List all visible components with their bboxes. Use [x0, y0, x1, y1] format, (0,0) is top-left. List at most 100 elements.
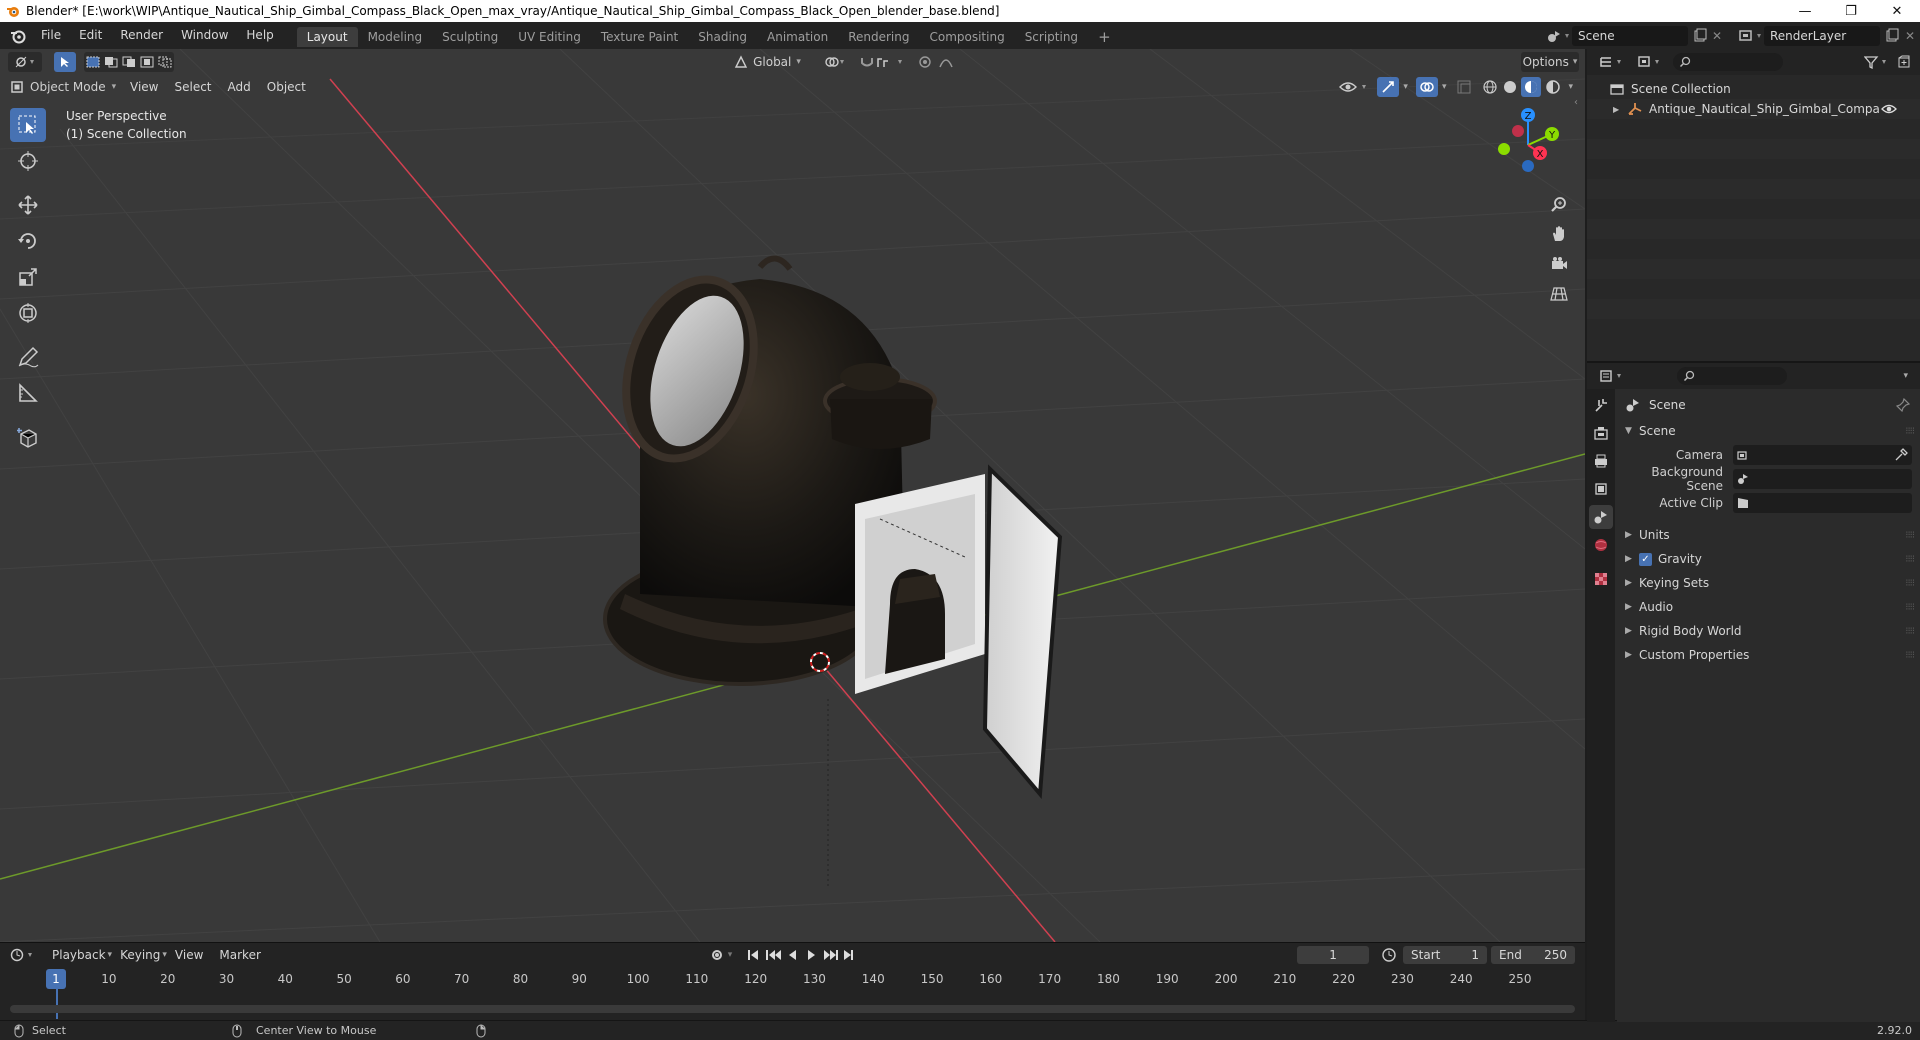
chevron-down-icon[interactable]: ▾	[1442, 82, 1447, 92]
chevron-down-icon[interactable]: ▾	[1403, 82, 1408, 92]
material-preview-shading-button[interactable]	[1521, 76, 1542, 97]
timeline-editor-type-icon[interactable]	[10, 948, 36, 962]
menu-window[interactable]: Window	[172, 22, 237, 49]
scale-tool[interactable]	[10, 260, 46, 294]
cursor-tool[interactable]	[10, 144, 46, 178]
workspace-tab-uv-editing[interactable]: UV Editing	[508, 27, 591, 47]
solid-shading-icon[interactable]	[1501, 79, 1519, 95]
overlays-toggle-button[interactable]	[1415, 76, 1438, 97]
restore-button[interactable]: ❐	[1828, 0, 1874, 22]
close-button[interactable]: ✕	[1874, 0, 1920, 22]
sidebar-toggle-arrow-icon[interactable]: ‹	[1574, 97, 1578, 108]
workspace-tab-texture-paint[interactable]: Texture Paint	[591, 27, 688, 47]
move-tool[interactable]	[10, 188, 46, 222]
tab-world[interactable]	[1589, 533, 1613, 557]
eyedropper-icon[interactable]	[1894, 448, 1908, 462]
select-box-tool[interactable]	[10, 108, 46, 142]
drag-grip-icon[interactable]: ⁝⁝⁝⁝	[1905, 578, 1915, 589]
viewport-menu-select[interactable]: Select	[166, 80, 219, 94]
camera-view-button[interactable]	[1545, 250, 1573, 278]
workspace-tab-shading[interactable]: Shading	[688, 27, 757, 47]
annotate-tool[interactable]	[10, 340, 46, 374]
keying-sets-panel-header[interactable]: ▶ Keying Sets ⁝⁝⁝⁝	[1617, 571, 1920, 595]
new-collection-icon[interactable]	[1896, 54, 1912, 70]
drag-grip-icon[interactable]: ⁝⁝⁝⁝	[1905, 626, 1915, 637]
new-scene-icon[interactable]	[1692, 28, 1708, 44]
compass-object[interactable]	[603, 255, 1063, 889]
scene-selector[interactable]: Scene	[1572, 25, 1688, 46]
outliner-scene-collection[interactable]: Scene Collection	[1587, 79, 1920, 99]
tab-output[interactable]	[1589, 449, 1613, 473]
3d-viewport[interactable]: Global ▾ Options ▾ Object Mode ▾ View Se…	[0, 49, 1585, 942]
editor-type-button[interactable]	[8, 51, 42, 72]
delete-render-layer-icon[interactable]: ✕	[1900, 29, 1920, 43]
timeline-menu-keying[interactable]: Keying	[112, 948, 168, 962]
playback-controls[interactable]	[746, 948, 856, 962]
render-layer-icon[interactable]	[1738, 28, 1764, 44]
workspace-tab-rendering[interactable]: Rendering	[838, 27, 919, 47]
timeline-menu-view[interactable]: View	[167, 948, 211, 962]
wireframe-shading-icon[interactable]	[1482, 79, 1498, 95]
display-mode-icon[interactable]	[1637, 55, 1665, 69]
drag-grip-icon[interactable]: ⁝⁝⁝⁝	[1905, 602, 1915, 613]
properties-editor-type-icon[interactable]	[1599, 369, 1627, 383]
minimize-button[interactable]: —	[1782, 0, 1828, 22]
rigid-body-world-panel-header[interactable]: ▶ Rigid Body World ⁝⁝⁝⁝	[1617, 619, 1920, 643]
add-workspace-button[interactable]: +	[1088, 27, 1121, 47]
viewport-menu-add[interactable]: Add	[220, 80, 259, 94]
zoom-button[interactable]	[1545, 190, 1573, 218]
expand-arrow-icon[interactable]: ▶	[1613, 105, 1627, 114]
measure-tool[interactable]	[10, 376, 46, 410]
audio-panel-header[interactable]: ▶ Audio ⁝⁝⁝⁝	[1617, 595, 1920, 619]
drag-grip-icon[interactable]: ⁝⁝⁝⁝	[1905, 650, 1915, 661]
tab-scene[interactable]	[1589, 505, 1613, 529]
outliner-editor-type-icon[interactable]	[1599, 55, 1627, 69]
new-render-layer-icon[interactable]	[1884, 28, 1900, 44]
tab-render[interactable]	[1589, 421, 1613, 445]
workspace-tab-scripting[interactable]: Scripting	[1015, 27, 1088, 47]
pin-icon[interactable]	[1896, 398, 1910, 412]
add-cube-tool[interactable]	[10, 420, 46, 454]
end-frame-field[interactable]: End 250	[1491, 946, 1576, 964]
active-clip-field[interactable]	[1733, 493, 1912, 513]
transform-orientation-dropdown[interactable]: Global ▾	[728, 52, 808, 72]
selection-mode-group[interactable]	[84, 51, 174, 72]
gravity-checkbox[interactable]: ✓	[1639, 552, 1652, 566]
tab-texture[interactable]	[1589, 567, 1613, 591]
chevron-down-icon[interactable]: ▾	[728, 950, 733, 960]
viewport-menu-view[interactable]: View	[122, 80, 166, 94]
object-mode-dropdown[interactable]: Object Mode ▾	[10, 77, 122, 97]
rendered-shading-icon[interactable]	[1544, 79, 1562, 95]
blender-menu-icon[interactable]	[10, 28, 26, 44]
outliner-search-input[interactable]	[1673, 53, 1783, 71]
pan-button[interactable]	[1545, 220, 1573, 248]
gravity-panel-header[interactable]: ▶ ✓ Gravity ⁝⁝⁝⁝	[1617, 547, 1920, 571]
start-frame-field[interactable]: Start 1	[1403, 946, 1488, 964]
menu-render[interactable]: Render	[111, 22, 172, 49]
timeline-scrollbar[interactable]	[10, 1005, 1575, 1013]
record-keyframe-icon[interactable]	[710, 948, 724, 962]
visibility-eye-icon[interactable]	[1339, 79, 1371, 95]
gizmo-toggle-button[interactable]	[1377, 76, 1400, 97]
timeline-menu-marker[interactable]: Marker	[211, 948, 268, 962]
tab-view-layer[interactable]	[1589, 477, 1613, 501]
units-panel-header[interactable]: ▶ Units ⁝⁝⁝⁝	[1617, 523, 1920, 547]
proportional-editing-controls[interactable]	[916, 52, 968, 72]
scene-icon[interactable]	[1546, 28, 1572, 44]
preview-range-clock-icon[interactable]	[1381, 947, 1397, 963]
timeline-menu-playback[interactable]: Playback	[44, 948, 114, 962]
viewport-menu-object[interactable]: Object	[259, 80, 314, 94]
workspace-tab-compositing[interactable]: Compositing	[919, 27, 1014, 47]
delete-scene-icon[interactable]: ✕	[1708, 29, 1726, 43]
workspace-tab-modeling[interactable]: Modeling	[358, 27, 433, 47]
outliner-item[interactable]: ▶ Antique_Nautical_Ship_Gimbal_Compass_B…	[1587, 99, 1920, 119]
custom-properties-panel-header[interactable]: ▶ Custom Properties ⁝⁝⁝⁝	[1617, 643, 1920, 667]
xray-toggle-icon[interactable]	[1456, 79, 1472, 95]
timeline-ruler[interactable]: 1 10 20 30 40 50 60 70 80 90 100 110 120 130 140 150 160…	[0, 969, 1585, 1019]
chevron-down-icon[interactable]: ▾	[1903, 371, 1908, 381]
camera-field[interactable]	[1733, 445, 1912, 465]
workspace-tab-layout[interactable]: Layout	[296, 27, 358, 47]
transform-tool[interactable]	[10, 296, 46, 330]
menu-file[interactable]: File	[32, 22, 70, 49]
current-frame-field[interactable]: 1	[1297, 946, 1370, 964]
